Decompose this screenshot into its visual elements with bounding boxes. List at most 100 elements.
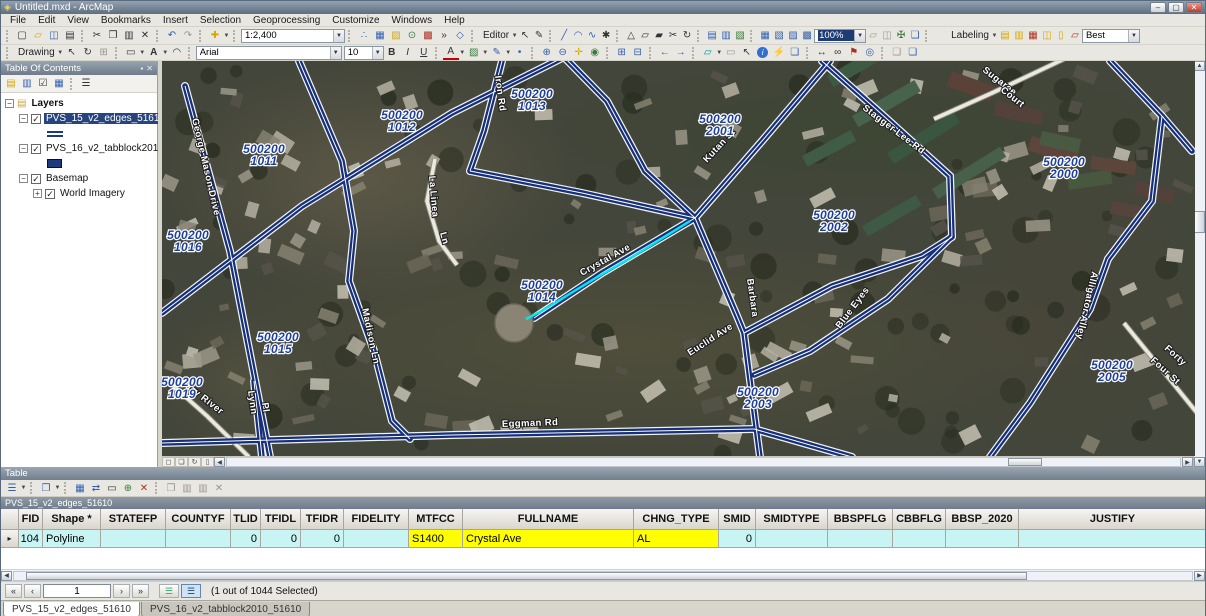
zoom-percent-dropdown[interactable]: ▼	[854, 30, 865, 42]
editor-menu-dropdown[interactable]: ▼	[511, 33, 518, 39]
grid-data-row[interactable]: ▸104Polyline000S1400Crystal AveAL0	[1, 530, 1205, 548]
text-dropdown[interactable]: ▼	[162, 50, 169, 56]
map-hscrollbar[interactable]	[226, 457, 1181, 467]
label-weight-button[interactable]: ▦	[1026, 29, 1040, 43]
layer-checkbox[interactable]: ✓	[31, 114, 41, 124]
edit-tool-button[interactable]: ↖	[518, 29, 532, 43]
next-record-button[interactable]: ›	[113, 584, 130, 598]
add-data-dropdown[interactable]: ▼	[223, 33, 230, 39]
column-header-BBSP_2020[interactable]: BBSP_2020	[946, 509, 1019, 530]
delete-selected-button[interactable]: ✕	[136, 481, 152, 495]
line-color-dropdown[interactable]: ▼	[505, 50, 512, 56]
trace-button[interactable]: ∿	[585, 29, 599, 43]
bold-button[interactable]: B	[384, 46, 400, 60]
find-route-tool[interactable]: ⚑	[846, 46, 862, 60]
search-button[interactable]: ⊙	[404, 29, 420, 43]
table-hscroll-left[interactable]: ◀	[1, 571, 12, 581]
layers-root-label[interactable]: Layers	[29, 98, 65, 109]
shape-dropdown[interactable]: ▼	[139, 50, 146, 56]
cell-STATEFP[interactable]	[101, 530, 166, 548]
view-unplaced-button[interactable]: ▱	[1068, 29, 1082, 43]
row-selector-cell[interactable]: ▸	[1, 530, 19, 548]
map-canvas[interactable]: Iron RdGeorge Mason DriveLa LineaLnMadis…	[162, 61, 1195, 456]
column-header-FULLNAME[interactable]: FULLNAME	[463, 509, 634, 530]
column-header-TFIDR[interactable]: TFIDR	[301, 509, 344, 530]
layer-checkbox[interactable]: ✓	[31, 174, 41, 184]
rectangle-tool-button[interactable]: ▭	[123, 46, 139, 60]
layer-checkbox[interactable]: ✓	[45, 189, 55, 199]
layer-name-world-imagery[interactable]: World Imagery	[58, 188, 127, 199]
column-header-MTFCC[interactable]: MTFCC	[409, 509, 463, 530]
column-header-TLID[interactable]: TLID	[231, 509, 261, 530]
menu-customize[interactable]: Customize	[326, 15, 385, 26]
editor-tracker-button[interactable]: ∴	[356, 29, 372, 43]
redo-button[interactable]: ↷	[180, 29, 196, 43]
grid-tool-button[interactable]: ▨	[786, 29, 800, 43]
label-manager-button[interactable]: ▤	[998, 29, 1012, 43]
toc-symbol-polygon[interactable]	[5, 156, 157, 171]
map-vscroll-up[interactable]: ▲	[1194, 61, 1205, 71]
cell-Shape *[interactable]: Polyline	[43, 530, 101, 548]
straight-segment-button[interactable]: ╱	[557, 29, 571, 43]
fixed-zoom-in-button[interactable]: ⊞	[614, 46, 630, 60]
line-color-button[interactable]: ✎	[489, 46, 505, 60]
rotate-button[interactable]: ↻	[680, 29, 694, 43]
label-quality-combo[interactable]: Best ▼	[1082, 29, 1140, 43]
go-back-extent-button[interactable]: ←	[657, 46, 673, 60]
viewer-window-button[interactable]: ❏	[889, 46, 905, 60]
fill-color-button[interactable]: ▨	[466, 46, 482, 60]
split-button[interactable]: ✂	[666, 29, 680, 43]
map-vscroll-thumb[interactable]	[1194, 211, 1205, 233]
first-record-button[interactable]: «	[5, 584, 22, 598]
disabled-tool-button[interactable]: ▱	[866, 29, 880, 43]
table-paste-button[interactable]: ▥	[179, 481, 195, 495]
callout-tool-button[interactable]: ◠	[169, 46, 185, 60]
table-hscrollbar[interactable]: ◀ ▶	[1, 570, 1205, 582]
refresh-view-button[interactable]: ↻	[188, 457, 201, 467]
show-selected-records-button[interactable]: ☰	[181, 584, 201, 598]
new-document-button[interactable]: ▢	[14, 29, 30, 43]
identify-tool[interactable]: i	[755, 46, 771, 60]
labeling-menu-dropdown[interactable]: ▼	[991, 33, 998, 39]
cell-FID[interactable]: 104	[19, 530, 43, 548]
column-header-FIDELITY[interactable]: FIDELITY	[344, 509, 409, 530]
collapse-icon[interactable]: −	[19, 144, 28, 153]
cell-BBSPFLG[interactable]	[828, 530, 893, 548]
menu-view[interactable]: View	[61, 15, 95, 26]
toolbar-grip[interactable]	[6, 30, 11, 42]
arctoolbox-button[interactable]: ▩	[420, 29, 436, 43]
cell-SMIDTYPE[interactable]	[756, 530, 828, 548]
catalog-button[interactable]: ▨	[388, 29, 404, 43]
menu-insert[interactable]: Insert	[157, 15, 194, 26]
layout-view-button[interactable]: ❏	[175, 457, 188, 467]
table-tab-PVS_15_v2_edges_51610[interactable]: PVS_15_v2_edges_51610	[3, 602, 140, 616]
menu-help[interactable]: Help	[438, 15, 471, 26]
pan-tool[interactable]: ✛	[571, 46, 587, 60]
editor-menu-label[interactable]: Editor	[479, 30, 511, 41]
select-by-attributes-button[interactable]: ▦	[72, 481, 88, 495]
fixed-zoom-out-button[interactable]: ⊟	[630, 46, 646, 60]
column-header-STATEFP[interactable]: STATEFP	[101, 509, 166, 530]
cell-JUSTIFY[interactable]	[1019, 530, 1205, 548]
pause-drawing-button[interactable]: ▯	[201, 457, 214, 467]
label-priority-button[interactable]: ▥	[1012, 29, 1026, 43]
attributes-button[interactable]: ▤	[705, 29, 719, 43]
select-elements-tool[interactable]: ↖	[739, 46, 755, 60]
select-features-dropdown[interactable]: ▼	[716, 50, 723, 56]
column-header-FID[interactable]: FID	[19, 509, 43, 530]
table-hscroll-thumb[interactable]	[26, 572, 1027, 580]
font-color-button[interactable]: A	[443, 46, 459, 60]
hyperlink-tool[interactable]: ⚡	[771, 46, 787, 60]
find-tool[interactable]: ∞	[830, 46, 846, 60]
copy-button[interactable]: ❐	[105, 29, 121, 43]
column-header-JUSTIFY[interactable]: JUSTIFY	[1019, 509, 1205, 530]
cell-COUNTYF[interactable]	[166, 530, 231, 548]
zoom-percent-combo[interactable]: 100% ▼	[814, 29, 866, 43]
point-tool-button[interactable]: ✱	[599, 29, 613, 43]
list-by-source-button[interactable]: ▥	[19, 77, 35, 91]
cell-FIDELITY[interactable]	[344, 530, 409, 548]
arc-segment-button[interactable]: ◠	[571, 29, 585, 43]
toc-layer-edges[interactable]: − ✓ PVS_15_v2_edges_51610	[5, 111, 157, 126]
last-record-button[interactable]: »	[132, 584, 149, 598]
full-extent-button[interactable]: ◉	[587, 46, 603, 60]
